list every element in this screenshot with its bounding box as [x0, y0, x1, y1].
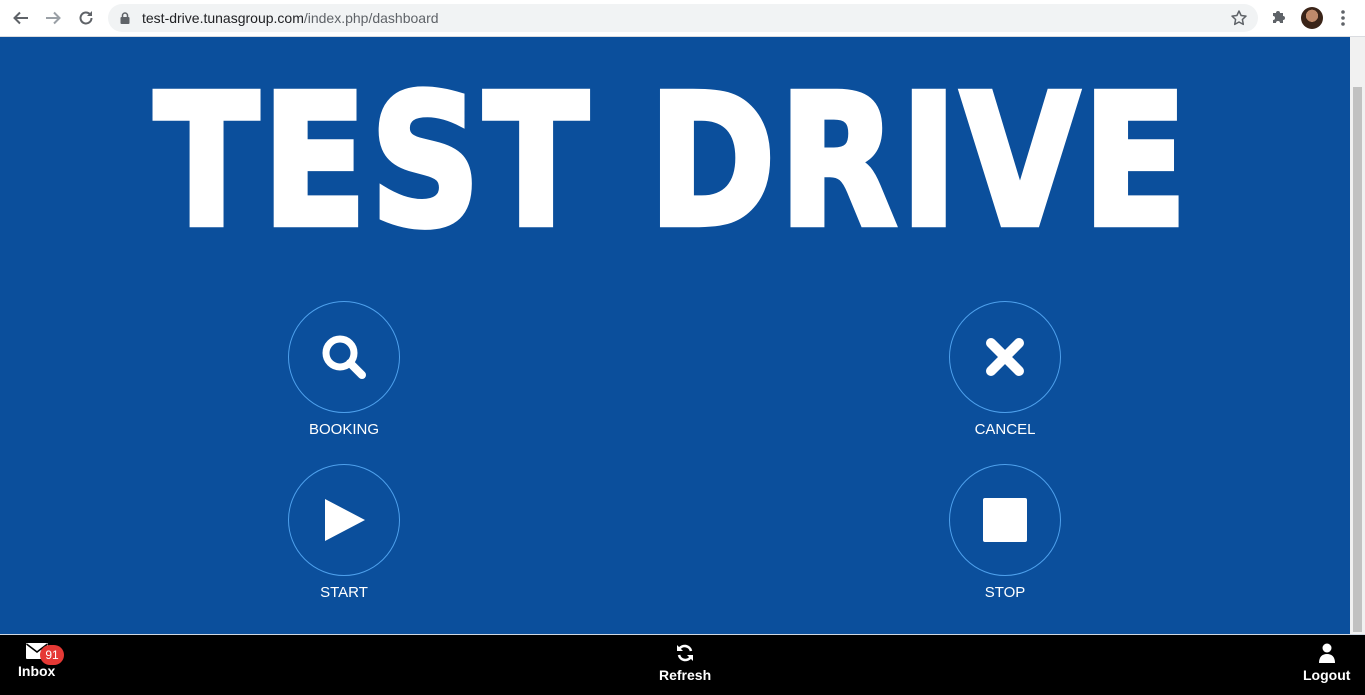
- logout-label: Logout: [1303, 667, 1351, 683]
- bottom-nav: Inbox 91 Refresh Logout: [0, 634, 1365, 695]
- page-scrollbar[interactable]: [1350, 37, 1365, 634]
- puzzle-piece-icon[interactable]: [1270, 8, 1288, 26]
- start-button[interactable]: [288, 464, 400, 576]
- address-bar[interactable]: test-drive.tunasgroup.com/index.php/dash…: [108, 4, 1258, 32]
- refresh-label: Refresh: [659, 667, 712, 683]
- url-text: test-drive.tunasgroup.com/index.php/dash…: [142, 10, 439, 26]
- back-button[interactable]: [10, 7, 32, 29]
- cancel-button[interactable]: [949, 301, 1061, 413]
- stop-label: STOP: [984, 584, 1026, 601]
- cancel-action[interactable]: CANCEL: [925, 301, 1085, 438]
- reload-icon: [79, 11, 93, 25]
- stop-icon: [983, 498, 1027, 542]
- three-dots-vertical-icon[interactable]: [1336, 9, 1350, 27]
- inbox-nav-item[interactable]: Inbox 91: [18, 643, 64, 679]
- profile-avatar[interactable]: [1301, 7, 1323, 29]
- arrow-left-icon: [13, 11, 28, 25]
- booking-action[interactable]: BOOKING: [264, 301, 424, 438]
- hero-banner: TEST DRIVE: [126, 68, 1218, 256]
- hero-title: TEST DRIVE: [151, 55, 1191, 268]
- inbox-label: Inbox: [18, 663, 56, 679]
- start-label: START: [320, 584, 368, 601]
- cancel-label: CANCEL: [974, 421, 1036, 438]
- arrow-right-icon: [46, 11, 61, 25]
- refresh-nav-item[interactable]: Refresh: [659, 643, 711, 683]
- play-icon: [325, 499, 365, 541]
- inbox-badge: 91: [40, 645, 64, 665]
- user-icon: [1318, 643, 1335, 663]
- lock-icon: [120, 12, 130, 24]
- x-icon: [986, 338, 1024, 376]
- logout-nav-item[interactable]: Logout: [1303, 643, 1350, 683]
- booking-button[interactable]: [288, 301, 400, 413]
- stop-button[interactable]: [949, 464, 1061, 576]
- scrollbar-thumb[interactable]: [1353, 87, 1362, 632]
- forward-button[interactable]: [42, 7, 64, 29]
- booking-label: BOOKING: [308, 421, 379, 438]
- refresh-icon: [677, 644, 694, 662]
- browser-toolbar: test-drive.tunasgroup.com/index.php/dash…: [0, 0, 1365, 37]
- star-icon[interactable]: [1230, 9, 1248, 27]
- reload-button[interactable]: [75, 7, 97, 29]
- url-host: test-drive.tunasgroup.com: [142, 10, 304, 26]
- search-icon: [322, 335, 366, 379]
- stop-action[interactable]: STOP: [925, 464, 1085, 601]
- url-path: /index.php/dashboard: [303, 10, 439, 26]
- start-action[interactable]: START: [264, 464, 424, 601]
- dashboard-page: TEST DRIVE BOOKING CANCEL START STOP: [0, 37, 1350, 634]
